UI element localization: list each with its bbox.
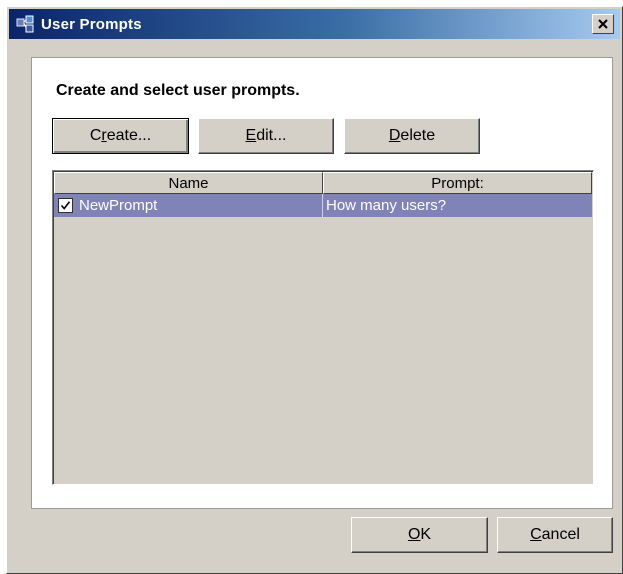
- checkmark-icon: [60, 201, 71, 210]
- edit-label-post: dit...: [256, 127, 287, 144]
- close-icon: [598, 19, 608, 29]
- cancel-button[interactable]: Cancel: [497, 517, 613, 553]
- create-label-post: eate...: [106, 127, 152, 144]
- cancel-label-post: ancel: [541, 526, 580, 543]
- create-button[interactable]: Cr eate...: [52, 118, 189, 154]
- row-prompt: How many users?: [326, 197, 447, 214]
- delete-label-post: elete: [400, 127, 436, 144]
- user-prompts-app-icon: [15, 13, 37, 35]
- delete-label-accel: D: [388, 127, 401, 144]
- panel-heading: Create and select user prompts.: [56, 82, 300, 99]
- row-name: NewPrompt: [79, 197, 158, 214]
- close-button[interactable]: [592, 14, 614, 34]
- edit-label-accel: E: [245, 127, 257, 144]
- user-prompts-dialog: User Prompts Create and select user prom…: [6, 6, 623, 574]
- column-header-name[interactable]: Name: [54, 172, 323, 194]
- row-checkbox[interactable]: [58, 198, 73, 213]
- ok-button[interactable]: OK: [351, 517, 488, 553]
- window-title: User Prompts: [41, 15, 142, 33]
- title-bar[interactable]: User Prompts: [9, 9, 620, 39]
- edit-button[interactable]: Edit...: [198, 118, 334, 154]
- content-panel: Create and select user prompts. Cr eate..…: [31, 57, 613, 509]
- table-header: Name Prompt:: [54, 172, 592, 194]
- name-cell: NewPrompt: [54, 194, 322, 217]
- delete-button[interactable]: Delete: [344, 118, 480, 154]
- ok-label-post: K: [420, 526, 432, 543]
- cancel-label-accel: C: [530, 526, 542, 543]
- ok-label-accel: O: [407, 526, 421, 543]
- table-row[interactable]: NewPrompt How many users?: [54, 194, 592, 217]
- prompts-table[interactable]: Name Prompt: NewPrompt How many users?: [52, 170, 594, 485]
- prompt-cell: How many users?: [322, 194, 592, 217]
- column-header-prompt[interactable]: Prompt:: [323, 172, 592, 194]
- create-label-pre: C: [89, 127, 102, 144]
